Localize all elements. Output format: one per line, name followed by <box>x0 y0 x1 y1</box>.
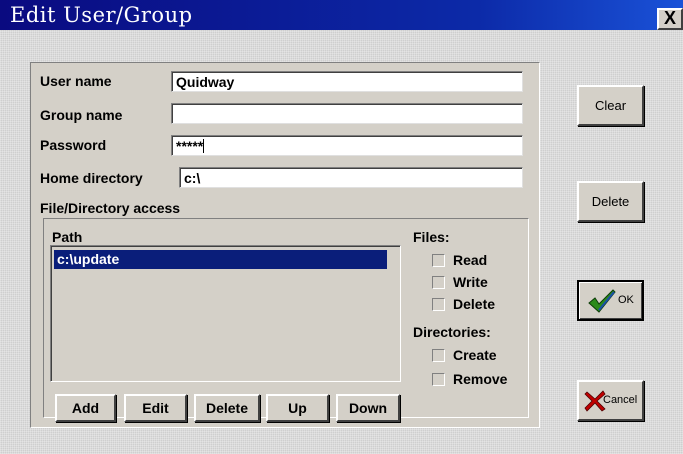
window-title: Edit User/Group <box>10 3 193 27</box>
create-checkbox[interactable] <box>432 349 445 362</box>
edit-path-button[interactable]: Edit <box>124 394 187 422</box>
group-name-field[interactable] <box>171 103 523 124</box>
clear-button[interactable]: Clear <box>577 85 644 126</box>
password-field[interactable]: ***** <box>171 135 523 156</box>
home-directory-field[interactable]: c:\ <box>179 167 523 188</box>
user-name-field[interactable]: Quidway <box>171 71 523 92</box>
home-directory-label: Home directory <box>40 170 143 186</box>
delete-file-checkbox[interactable] <box>432 298 445 311</box>
title-bar[interactable]: Edit User/Group X <box>0 0 683 30</box>
path-list-item[interactable]: c:\update <box>54 250 387 269</box>
delete-file-checkbox-label: Delete <box>453 296 496 312</box>
password-value: ***** <box>176 138 204 154</box>
cancel-label: Cancel <box>603 394 638 406</box>
write-checkbox-label: Write <box>453 274 488 290</box>
group-name-label: Group name <box>40 107 123 123</box>
remove-checkbox-label: Remove <box>453 371 508 387</box>
text-cursor <box>203 139 205 153</box>
password-label: Password <box>40 137 107 153</box>
ok-label: OK <box>618 294 634 306</box>
user-name-label: User name <box>40 73 112 89</box>
move-down-button[interactable]: Down <box>336 394 400 422</box>
close-button[interactable]: X <box>657 8 683 30</box>
remove-checkbox[interactable] <box>432 373 445 386</box>
path-listbox[interactable]: c:\update <box>50 245 401 382</box>
ok-button[interactable]: OK <box>577 280 644 321</box>
write-checkbox[interactable] <box>432 276 445 289</box>
read-checkbox-label: Read <box>453 252 488 268</box>
files-label: Files: <box>413 229 450 245</box>
path-column-header: Path <box>52 229 83 245</box>
move-up-button[interactable]: Up <box>266 394 329 422</box>
checkmark-icon <box>588 289 616 313</box>
file-directory-access-label: File/Directory access <box>40 200 181 216</box>
cancel-button[interactable]: Cancel <box>577 380 644 421</box>
add-path-button[interactable]: Add <box>55 394 116 422</box>
directories-label: Directories: <box>413 324 491 340</box>
create-checkbox-label: Create <box>453 347 497 363</box>
delete-path-button[interactable]: Delete <box>194 394 260 422</box>
delete-button[interactable]: Delete <box>577 181 644 222</box>
read-checkbox[interactable] <box>432 254 445 267</box>
